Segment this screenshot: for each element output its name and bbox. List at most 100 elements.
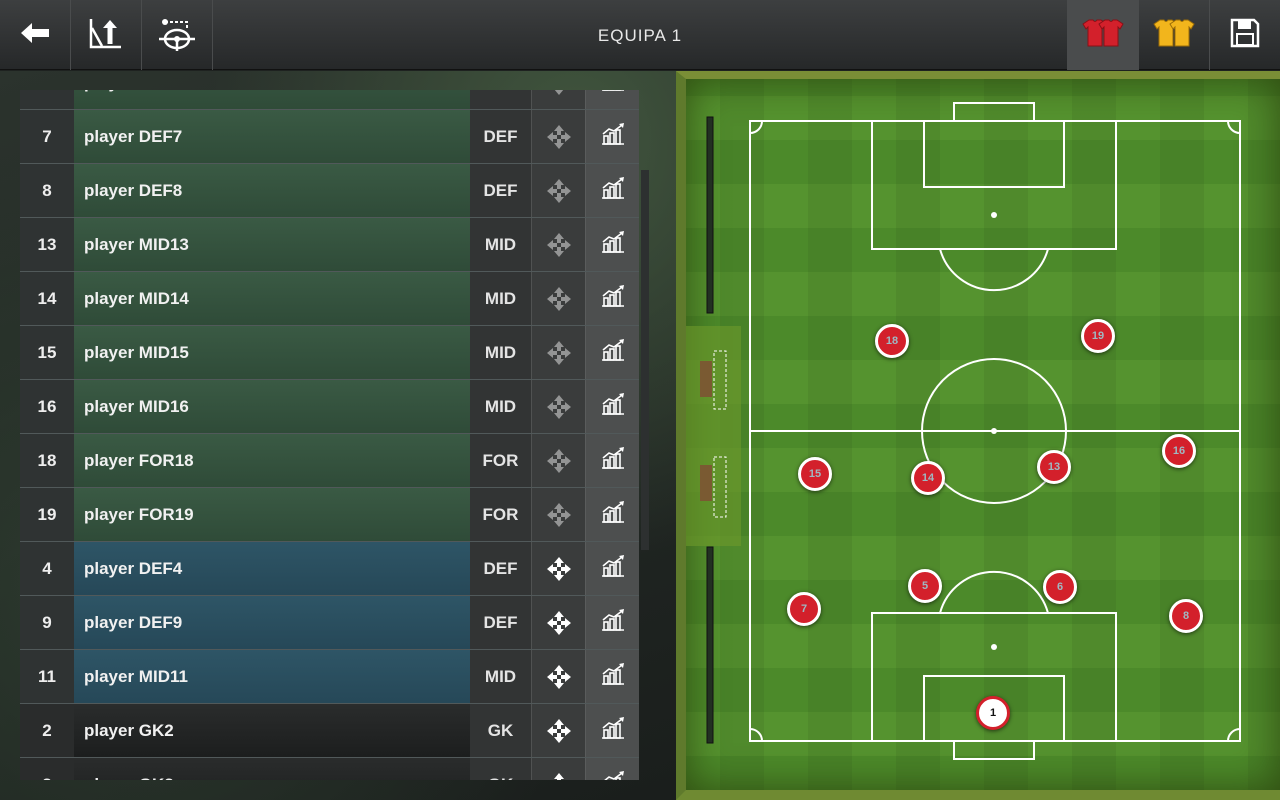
player-stats-button[interactable] (585, 326, 639, 379)
player-number: 11 (20, 650, 74, 703)
player-name[interactable]: player MID14 (74, 272, 470, 325)
player-name[interactable]: player MID11 (74, 650, 470, 703)
list-scrollbar[interactable] (641, 170, 649, 550)
move-arrows-icon (546, 718, 572, 744)
yellow-shirts-icon (1152, 18, 1196, 53)
player-stats-button[interactable] (585, 650, 639, 703)
player-stats-button[interactable] (585, 164, 639, 217)
player-position: FOR (470, 434, 531, 487)
pitch-player-chip[interactable]: 13 (1037, 450, 1071, 484)
player-position: MID (470, 272, 531, 325)
top-bar: EQUIPA 1 (0, 0, 1280, 70)
move-player-button[interactable] (531, 326, 585, 379)
player-stats-button[interactable] (585, 218, 639, 271)
player-stats-button[interactable] (585, 542, 639, 595)
away-kit-button[interactable] (1138, 0, 1209, 70)
stats-chart-icon (600, 662, 626, 691)
move-player-button[interactable] (531, 272, 585, 325)
player-stats-button[interactable] (585, 90, 639, 109)
player-row[interactable]: 2 player GK2 GK (20, 704, 639, 758)
move-arrows-icon (546, 124, 572, 150)
pitch-player-chip[interactable]: 14 (911, 461, 945, 495)
player-stats-button[interactable] (585, 110, 639, 163)
stats-chart-icon (600, 392, 626, 421)
pitch-player-chip[interactable]: 8 (1169, 599, 1203, 633)
player-name[interactable]: player GK3 (74, 758, 470, 780)
player-row[interactable]: 13 player MID13 MID (20, 218, 639, 272)
pitch-player-chip[interactable]: 6 (1043, 570, 1077, 604)
move-player-button[interactable] (531, 380, 585, 433)
pitch-player-chip[interactable]: 5 (908, 569, 942, 603)
player-position: FOR (470, 488, 531, 541)
player-row[interactable]: 19 player FOR19 FOR (20, 488, 639, 542)
player-position: MID (470, 380, 531, 433)
stats-chart-icon (600, 716, 626, 745)
player-row[interactable]: 4 player DEF4 DEF (20, 542, 639, 596)
player-name[interactable]: player MID16 (74, 380, 470, 433)
player-row[interactable]: 7 player DEF7 DEF (20, 110, 639, 164)
move-arrows-icon (546, 394, 572, 420)
player-number: 18 (20, 434, 74, 487)
home-kit-button[interactable] (1067, 0, 1138, 70)
player-name[interactable]: player FOR19 (74, 488, 470, 541)
tactic-arrows-icon (88, 16, 124, 55)
player-row[interactable]: player (20, 90, 639, 110)
back-button[interactable] (0, 0, 71, 70)
tactic-button[interactable] (71, 0, 142, 70)
stats-chart-icon (600, 446, 626, 475)
save-button[interactable] (1209, 0, 1280, 70)
player-row[interactable]: 14 player MID14 MID (20, 272, 639, 326)
player-position (470, 90, 531, 109)
stats-chart-icon (600, 770, 626, 780)
move-player-button[interactable] (531, 758, 585, 780)
player-name[interactable]: player DEF8 (74, 164, 470, 217)
pitch[interactable]: 18 19 15 14 13 16 5 6 7 8 1 (676, 71, 1280, 800)
player-row[interactable]: 15 player MID15 MID (20, 326, 639, 380)
player-stats-button[interactable] (585, 758, 639, 780)
move-arrows-icon (546, 772, 572, 780)
pitch-player-chip[interactable]: 19 (1081, 319, 1115, 353)
player-position: MID (470, 650, 531, 703)
move-player-button[interactable] (531, 164, 585, 217)
stats-chart-icon (600, 90, 626, 97)
move-player-button[interactable] (531, 704, 585, 757)
player-row[interactable]: 3player GK3GK (20, 758, 639, 780)
formation-button[interactable] (142, 0, 213, 70)
player-row[interactable]: 16 player MID16 MID (20, 380, 639, 434)
move-player-button[interactable] (531, 596, 585, 649)
move-player-button[interactable] (531, 434, 585, 487)
player-stats-button[interactable] (585, 380, 639, 433)
pitch-player-chip[interactable]: 15 (798, 457, 832, 491)
pitch-player-chip[interactable]: 18 (875, 324, 909, 358)
player-name[interactable]: player MID13 (74, 218, 470, 271)
player-stats-button[interactable] (585, 704, 639, 757)
move-arrows-icon (546, 340, 572, 366)
player-row[interactable]: 18 player FOR18 FOR (20, 434, 639, 488)
move-player-button[interactable] (531, 542, 585, 595)
move-player-button[interactable] (531, 488, 585, 541)
pitch-goalkeeper-chip[interactable]: 1 (976, 696, 1010, 730)
player-position: MID (470, 326, 531, 379)
pitch-player-chip[interactable]: 16 (1162, 434, 1196, 468)
player-name[interactable]: player MID15 (74, 326, 470, 379)
player-name[interactable]: player FOR18 (74, 434, 470, 487)
player-name[interactable]: player DEF7 (74, 110, 470, 163)
player-name[interactable]: player GK2 (74, 704, 470, 757)
player-stats-button[interactable] (585, 434, 639, 487)
player-stats-button[interactable] (585, 596, 639, 649)
move-player-button[interactable] (531, 218, 585, 271)
move-player-button[interactable] (531, 90, 585, 109)
player-name[interactable]: player (74, 90, 470, 109)
player-name[interactable]: player DEF4 (74, 542, 470, 595)
player-row[interactable]: 8 player DEF8 DEF (20, 164, 639, 218)
move-player-button[interactable] (531, 650, 585, 703)
player-stats-button[interactable] (585, 272, 639, 325)
player-name[interactable]: player DEF9 (74, 596, 470, 649)
player-stats-button[interactable] (585, 488, 639, 541)
move-player-button[interactable] (531, 110, 585, 163)
player-list[interactable]: player7player DEF7DEF8player DEF8DEF13pl… (20, 90, 639, 780)
stats-chart-icon (600, 284, 626, 313)
player-row[interactable]: 11 player MID11 MID (20, 650, 639, 704)
player-row[interactable]: 9 player DEF9 DEF (20, 596, 639, 650)
pitch-player-chip[interactable]: 7 (787, 592, 821, 626)
